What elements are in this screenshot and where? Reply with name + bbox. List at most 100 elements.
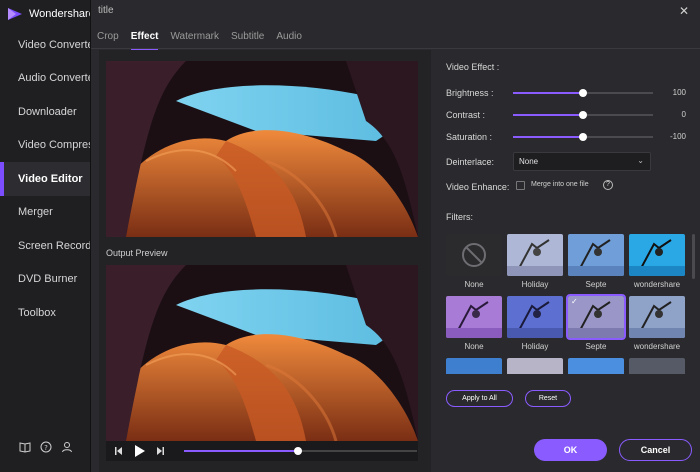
sidebar-item-label: Toolbox	[18, 306, 56, 319]
video-enhance-label: Video Enhance:	[446, 182, 510, 192]
filter-holiday-2[interactable]: Holiday	[507, 296, 563, 354]
contrast-label: Contrast :	[446, 110, 486, 120]
chevron-down-icon: ⌄	[637, 156, 644, 165]
account-icon[interactable]	[60, 440, 74, 454]
checkmark-icon: ✓	[571, 297, 578, 306]
seek-bar[interactable]	[184, 447, 417, 455]
previous-frame-icon[interactable]	[114, 446, 124, 456]
reset-button[interactable]: Reset	[525, 390, 571, 407]
filter-grid: None Holiday Septe wondershare None Holi…	[446, 234, 691, 374]
filter-name: Holiday	[521, 342, 549, 351]
filter-thumbnail	[446, 234, 502, 276]
sidebar-item-downloader[interactable]: Downloader	[0, 95, 92, 129]
app-name: Wondershare	[29, 8, 95, 20]
filter-septe-2[interactable]: ✓ Septe	[566, 294, 626, 354]
help-icon[interactable]: ?	[603, 180, 613, 190]
filter-holiday[interactable]: Holiday	[507, 234, 563, 292]
play-icon[interactable]	[134, 445, 145, 457]
brightness-slider[interactable]	[513, 89, 653, 97]
output-preview-image	[106, 265, 418, 441]
preview-panel: Output Preview	[99, 50, 431, 472]
filter-partial[interactable]	[629, 358, 685, 374]
filter-partial[interactable]	[568, 358, 624, 374]
merge-checkbox[interactable]	[516, 181, 525, 190]
brightness-row: Brightness : 100	[446, 87, 691, 101]
saturation-slider[interactable]	[513, 133, 653, 141]
sidebar-item-label: Downloader	[18, 105, 77, 118]
filter-partial[interactable]	[507, 358, 563, 374]
saturation-row: Saturation : -100	[446, 131, 691, 145]
sidebar-item-toolbox[interactable]: Toolbox	[0, 296, 92, 330]
slider-handle[interactable]	[579, 111, 587, 119]
contrast-row: Contrast : 0	[446, 109, 691, 123]
seek-handle[interactable]	[294, 447, 303, 455]
close-icon[interactable]: ✕	[678, 5, 690, 17]
filters-label: Filters:	[446, 212, 473, 222]
filter-none-2[interactable]: None	[446, 296, 502, 354]
contrast-slider[interactable]	[513, 111, 653, 119]
filter-thumbnail	[629, 358, 685, 374]
filter-septe[interactable]: Septe	[568, 234, 624, 292]
next-frame-icon[interactable]	[155, 446, 165, 456]
sidebar-item-dvd-burner[interactable]: DVD Burner	[0, 263, 92, 297]
sidebar-item-label: Video Editor	[18, 172, 83, 185]
filter-thumbnail	[446, 296, 502, 338]
filter-partial[interactable]	[446, 358, 502, 374]
sidebar-item-label: Merger	[18, 206, 53, 219]
dialog-title: title	[98, 5, 114, 16]
filter-name: Septe	[585, 342, 607, 351]
slider-handle[interactable]	[579, 89, 587, 97]
filter-thumbnail	[446, 358, 502, 374]
filter-thumbnail	[629, 234, 685, 276]
sidebar-footer: ?	[0, 440, 92, 454]
sidebar-item-screen-recorder[interactable]: Screen Recorder	[0, 229, 92, 263]
help-icon[interactable]: ?	[39, 440, 53, 454]
cancel-button[interactable]: Cancel	[619, 439, 692, 461]
video-enhance-row: Video Enhance: Merge into one file ?	[446, 180, 691, 195]
filter-wondershare-2[interactable]: wondershare	[629, 296, 685, 354]
filter-name: wondershare	[633, 280, 681, 289]
filter-wondershare[interactable]: wondershare	[629, 234, 685, 292]
video-effect-title: Video Effect :	[446, 62, 500, 72]
apply-to-all-button[interactable]: Apply to All	[446, 390, 513, 407]
sidebar-item-video-converter[interactable]: Video Converter	[0, 28, 92, 62]
sidebar-item-audio-converter[interactable]: Audio Converter	[0, 62, 92, 96]
sidebar-item-label: Screen Recorder	[18, 239, 92, 252]
filter-name: Holiday	[521, 280, 549, 289]
brightness-label: Brightness :	[446, 88, 494, 98]
deinterlace-select[interactable]: None ⌄	[513, 152, 651, 171]
sidebar-item-label: Video Converter	[18, 38, 92, 51]
brightness-value: 100	[672, 88, 686, 97]
output-preview-label: Output Preview	[106, 248, 168, 258]
video-editor-dialog: title ✕ Crop Effect Watermark Subtitle A…	[90, 0, 700, 472]
filter-thumbnail	[629, 296, 685, 338]
saturation-label: Saturation :	[446, 132, 493, 142]
deinterlace-value: None	[519, 157, 539, 166]
sidebar-item-merger[interactable]: Merger	[0, 196, 92, 230]
filter-name: wondershare	[633, 342, 681, 351]
seek-progress	[184, 450, 299, 452]
filter-thumbnail	[568, 234, 624, 276]
sidebar-item-label: Audio Converter	[18, 72, 92, 85]
deinterlace-row: Deinterlace: None ⌄	[446, 152, 691, 171]
filter-name: None	[464, 280, 484, 289]
contrast-value: 0	[681, 110, 686, 119]
sidebar-nav: Video Converter Audio Converter Download…	[0, 28, 92, 330]
wondershare-logo-icon	[8, 8, 22, 20]
book-icon[interactable]	[18, 440, 32, 454]
brand: Wondershare	[7, 6, 95, 22]
sidebar-item-video-editor[interactable]: Video Editor	[0, 162, 92, 196]
sidebar-item-label: Video Compressor	[18, 139, 92, 152]
filter-none[interactable]: None	[446, 234, 502, 292]
filter-thumbnail	[507, 234, 563, 276]
slider-fill	[513, 136, 583, 138]
saturation-value: -100	[669, 132, 686, 141]
filters-scrollbar[interactable]	[692, 234, 695, 279]
sidebar-item-video-compressor[interactable]: Video Compressor	[0, 129, 92, 163]
ok-button[interactable]: OK	[534, 439, 607, 461]
sidebar-item-label: DVD Burner	[18, 273, 78, 286]
slider-handle[interactable]	[579, 133, 587, 141]
sidebar: Wondershare Video Converter Audio Conver…	[0, 0, 95, 472]
deinterlace-label: Deinterlace:	[446, 157, 495, 167]
filter-thumbnail	[507, 296, 563, 338]
